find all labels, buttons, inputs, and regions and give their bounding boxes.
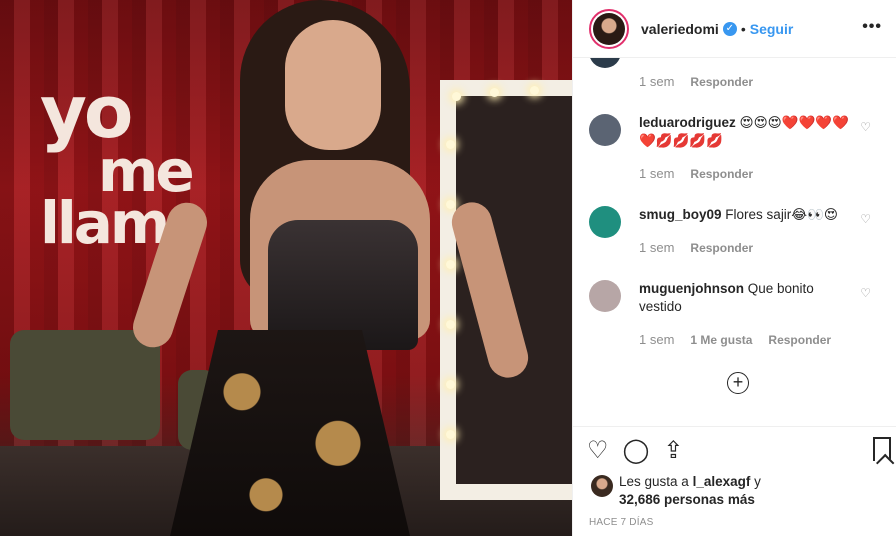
mirror-bulb — [446, 430, 455, 439]
woman-face — [285, 20, 381, 150]
likes-text: Les gusta a l_alexagf y 32,686 personas … — [619, 473, 761, 509]
comment-item: leduarodriguez 😍😍😍❤️❤️❤️❤️❤️💋💋💋💋 ♡ — [589, 114, 889, 150]
share-icon[interactable]: ⇪ — [663, 437, 683, 465]
action-icons: ♡ ◯ ⇪ — [587, 437, 683, 465]
comment-username[interactable]: leduarodriguez — [639, 115, 736, 130]
comment-username[interactable]: muguenjohnson — [639, 281, 744, 296]
like-comment-heart-icon[interactable]: ♡ — [860, 120, 871, 134]
armchair — [10, 330, 160, 440]
liker-username[interactable]: l_alexagf — [693, 474, 751, 489]
post-timestamp[interactable]: HACE 7 DÍAS — [589, 517, 653, 528]
reply-button[interactable]: Responder — [768, 333, 831, 347]
author-avatar-image — [593, 12, 625, 45]
comment-bubble-icon[interactable]: ◯ — [623, 437, 650, 465]
likes-summary: Les gusta a l_alexagf y 32,686 personas … — [591, 473, 761, 509]
sign-line-1: yo — [40, 70, 133, 154]
comment-meta: 1 sem Responder — [639, 74, 753, 89]
author-username[interactable]: valeriedomi — [641, 21, 719, 37]
mirror-bulb — [446, 380, 455, 389]
likes-count[interactable]: 32,686 personas más — [619, 492, 755, 507]
liker-avatar[interactable] — [591, 475, 613, 497]
reply-button[interactable]: Responder — [690, 241, 753, 255]
load-more-comments-icon[interactable]: + — [727, 372, 749, 394]
comment-item: smug_boy09 Flores sajir😂👀😍 ♡ — [589, 206, 889, 238]
comment-body: Flores sajir😂👀😍 — [725, 207, 838, 222]
mirror-bulb — [490, 88, 499, 97]
reply-button[interactable]: Responder — [690, 75, 753, 89]
post-photo[interactable]: yo me llam — [0, 0, 572, 536]
post-header: valeriedomi ✓ • Seguir ••• — [573, 0, 896, 58]
mirror-bulb — [446, 140, 455, 149]
comment-likes-count[interactable]: 1 Me gusta — [690, 333, 752, 347]
mirror-bulb — [452, 92, 461, 101]
comment-time: 1 sem — [639, 74, 675, 89]
likes-conjunction: y — [754, 474, 761, 489]
like-comment-heart-icon[interactable]: ♡ — [860, 212, 871, 226]
post-side-panel: valeriedomi ✓ • Seguir ••• 1 sem Respond… — [572, 0, 896, 536]
comment-time: 1 sem — [639, 332, 675, 347]
comment-avatar[interactable] — [589, 58, 621, 68]
mirror-bulb — [530, 86, 539, 95]
comment-avatar[interactable] — [589, 206, 621, 238]
like-comment-heart-icon[interactable]: ♡ — [860, 286, 871, 300]
comment-avatar[interactable] — [589, 280, 621, 312]
mirror-bulb — [446, 200, 455, 209]
comment-username[interactable]: smug_boy09 — [639, 207, 722, 222]
likes-prefix: Les gusta a — [619, 474, 689, 489]
comment-meta: 1 sem Responder — [639, 240, 753, 255]
mirror-bulb — [446, 260, 455, 269]
comment-text-block: leduarodriguez 😍😍😍❤️❤️❤️❤️❤️💋💋💋💋 — [639, 114, 859, 150]
comment-text-block: muguenjohnson Que bonito vestido — [639, 280, 859, 316]
comments-list[interactable]: 1 sem Responder leduarodriguez 😍😍😍❤️❤️❤️… — [573, 58, 896, 426]
comment-time: 1 sem — [639, 166, 675, 181]
separator-dot: • — [740, 20, 746, 37]
reply-button[interactable]: Responder — [690, 167, 753, 181]
comment-avatar[interactable] — [589, 114, 621, 146]
comment-time: 1 sem — [639, 240, 675, 255]
comment-meta: 1 sem Responder — [639, 166, 753, 181]
follow-button[interactable]: Seguir — [750, 21, 794, 37]
comment-text-block: smug_boy09 Flores sajir😂👀😍 — [639, 206, 859, 224]
save-bookmark-icon[interactable] — [873, 437, 891, 461]
comment-meta: 1 sem 1 Me gusta Responder — [639, 332, 831, 347]
verified-icon: ✓ — [722, 21, 737, 36]
like-heart-icon[interactable]: ♡ — [587, 437, 609, 465]
author-avatar[interactable] — [589, 8, 629, 49]
more-options-icon[interactable]: ••• — [862, 18, 882, 36]
post-actions: ♡ ◯ ⇪ Les gusta a l_alexagf y 32,686 per… — [573, 426, 896, 536]
mirror-bulb — [446, 320, 455, 329]
comment-item: muguenjohnson Que bonito vestido ♡ — [589, 280, 889, 316]
